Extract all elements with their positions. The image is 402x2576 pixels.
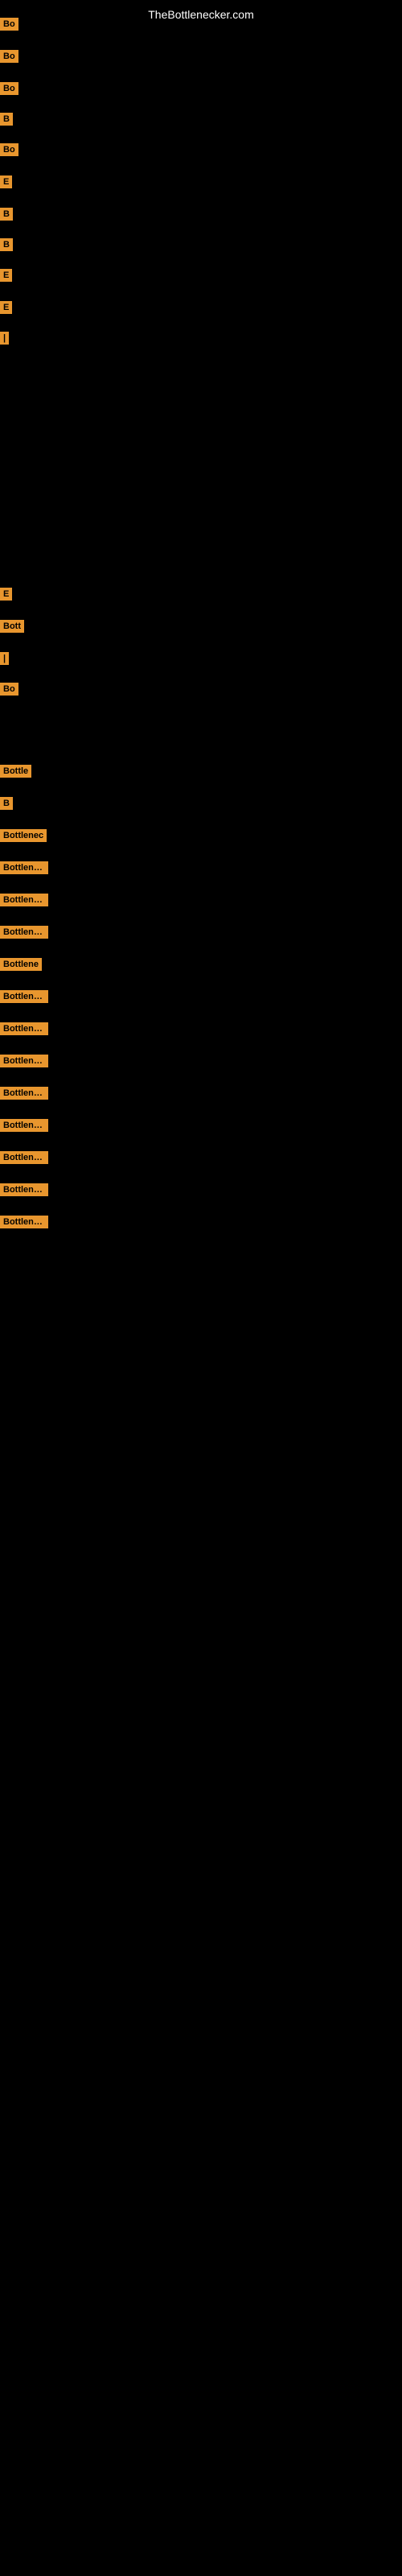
badge-b15: Bo [0,683,18,696]
badge-b6: E [0,175,12,188]
badge-b25: Bottleneck res [0,1055,48,1067]
badge-b5: Bo [0,143,18,156]
badge-b24: Bottleneck res [0,1022,48,1035]
badge-b19: Bottleneck [0,861,48,874]
badge-b23: Bottleneck re [0,990,48,1003]
badge-b18: Bottlenec [0,829,47,842]
badge-b30: Bottleneck res [0,1216,48,1228]
badge-b8: B [0,238,13,251]
badge-b7: B [0,208,13,221]
badge-b1: Bo [0,18,18,31]
badge-b17: B [0,797,13,810]
badge-b2: Bo [0,50,18,63]
badge-b20: Bottleneck re [0,894,48,906]
badge-b21: Bottleneck r [0,926,48,939]
badge-b29: Bottleneck resu [0,1183,48,1196]
badge-b4: B [0,113,13,126]
badge-b9: E [0,269,12,282]
badge-b22: Bottlene [0,958,42,971]
badge-b28: Bottleneck resu [0,1151,48,1164]
site-title: TheBottlenecker.com [0,3,402,26]
badge-b14: | [0,652,9,665]
badge-b13: Bott [0,620,24,633]
badge-b12: E [0,588,12,601]
badge-b3: Bo [0,82,18,95]
badge-b10: E [0,301,12,314]
badge-b11: | [0,332,9,345]
badge-b16: Bottle [0,765,31,778]
badge-b27: Bottleneck resu [0,1119,48,1132]
badge-b26: Bottleneck res [0,1087,48,1100]
